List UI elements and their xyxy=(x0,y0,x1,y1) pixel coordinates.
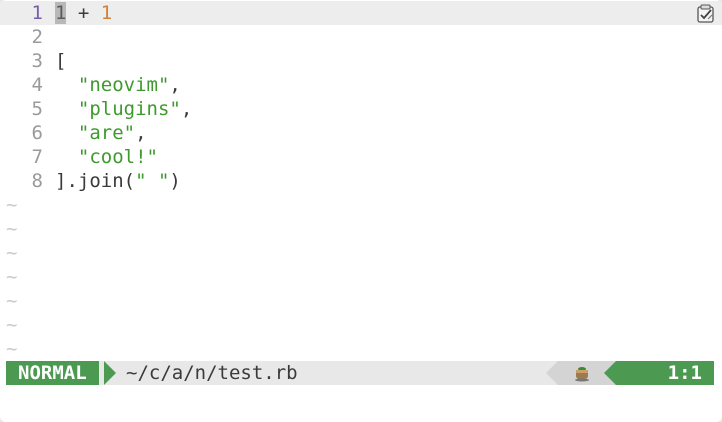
line-number: 8 xyxy=(31,170,43,192)
code-line[interactable]: 11 + 1 xyxy=(0,1,722,25)
code-token: ].join( xyxy=(55,170,136,192)
empty-line-marker: ~ xyxy=(6,290,18,312)
line-code: 1 + 1 xyxy=(55,1,112,25)
empty-line-marker: ~ xyxy=(6,194,18,216)
code-line[interactable]: 5 "plugins", xyxy=(0,97,722,121)
line-code: "are", xyxy=(55,121,147,145)
code-token: "neovim" xyxy=(77,74,170,96)
empty-line-marker: ~ xyxy=(6,338,18,360)
empty-line-marker: ~ xyxy=(6,218,18,240)
line-number: 5 xyxy=(31,98,43,120)
code-token: ) xyxy=(169,170,181,192)
position-separator xyxy=(604,361,616,385)
status-line: NORMAL ~/c/a/n/test.rb 1:1 xyxy=(6,361,714,385)
pot-icon xyxy=(575,367,589,382)
code-line[interactable]: 3[ xyxy=(0,49,722,73)
line-number: 1 xyxy=(31,2,43,24)
empty-line-marker: ~ xyxy=(6,314,18,336)
mode-separator xyxy=(104,361,116,385)
editor-buffer[interactable]: 11 + 1 2 3[4 "neovim", 5 "plugins", 6 "are",… xyxy=(0,0,722,360)
line-code: "neovim", xyxy=(55,73,181,97)
empty-line-marker: ~ xyxy=(6,242,18,264)
empty-line-marker: ~ xyxy=(6,266,18,288)
mode-indicator: NORMAL xyxy=(6,361,99,385)
cursor-position-text: 1:1 xyxy=(667,362,702,384)
indicator-separator xyxy=(546,361,558,385)
code-line[interactable]: 6 "are", xyxy=(0,121,722,145)
line-number: 4 xyxy=(31,74,43,96)
editor-window: 11 + 1 2 3[4 "neovim", 5 "plugins", 6 "are",… xyxy=(0,0,722,422)
code-line[interactable]: 4 "neovim", xyxy=(0,73,722,97)
line-code: "cool!" xyxy=(55,145,158,169)
code-token: "cool!" xyxy=(77,146,158,168)
checklist-icon[interactable] xyxy=(696,4,716,24)
code-token: , xyxy=(180,98,193,120)
code-token: " " xyxy=(135,170,170,192)
code-token: + xyxy=(66,2,101,24)
command-line[interactable] xyxy=(0,385,722,422)
code-line[interactable]: 7 "cool!" xyxy=(0,145,722,169)
line-code: ].join(" ") xyxy=(55,169,181,193)
file-path: ~/c/a/n/test.rb xyxy=(126,362,298,384)
line-code: [ xyxy=(55,49,66,73)
code-token: , xyxy=(135,122,147,144)
line-code: "plugins", xyxy=(55,97,192,121)
line-number: 6 xyxy=(31,122,43,144)
line-number: 3 xyxy=(31,50,43,72)
code-line[interactable]: 8 ].join(" ") xyxy=(0,169,722,193)
code-token: , xyxy=(169,74,181,96)
line-number: 7 xyxy=(31,146,43,168)
line-number: 2 xyxy=(31,26,43,48)
cursor-position: 1:1 xyxy=(616,361,714,385)
code-token: 1 xyxy=(100,2,113,24)
code-line[interactable]: 2 xyxy=(0,25,722,49)
code-token: "are" xyxy=(77,122,136,144)
code-token: "plugins" xyxy=(77,98,181,120)
cursor: 1 xyxy=(55,2,67,24)
code-token: [ xyxy=(55,50,67,72)
